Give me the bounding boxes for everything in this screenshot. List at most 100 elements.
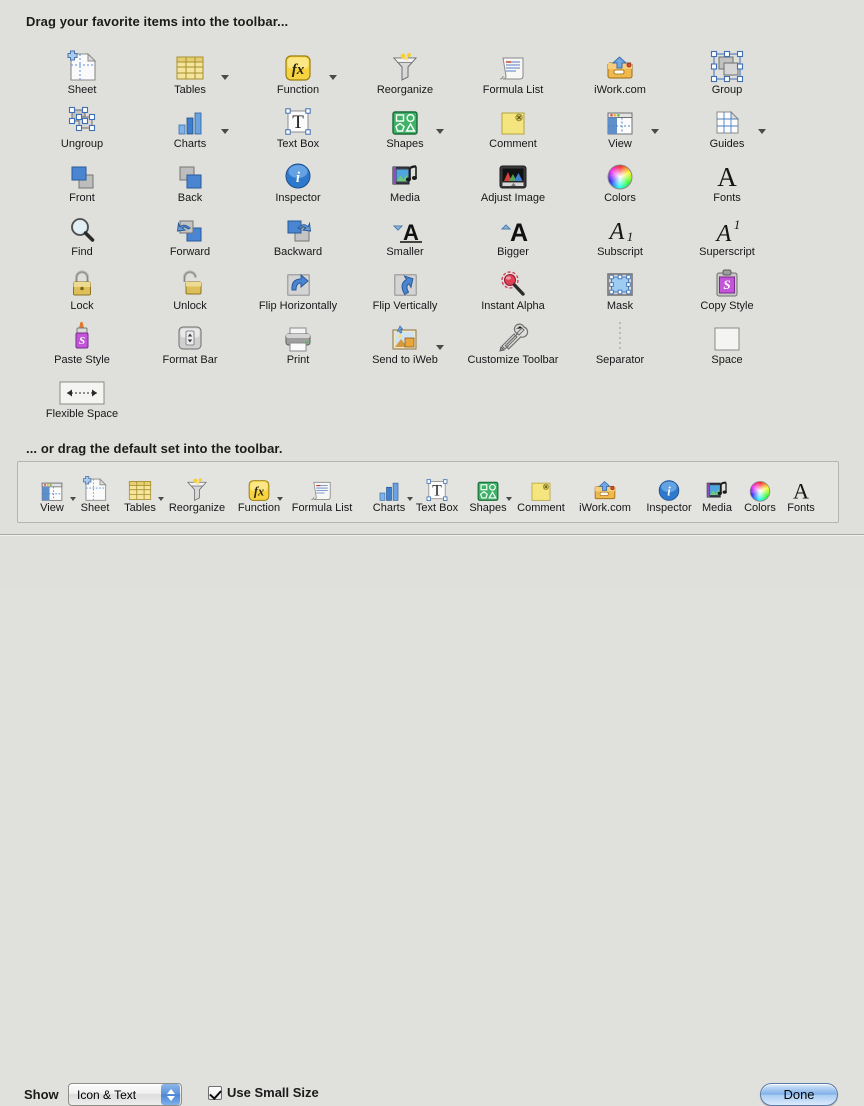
reorganize-icon xyxy=(352,40,458,82)
palette-item-inspector[interactable]: i Inspector xyxy=(245,148,351,204)
use-small-size-checkbox[interactable]: Use Small Size xyxy=(208,1085,319,1100)
palette-item-bigger[interactable]: A Bigger xyxy=(460,202,566,258)
palette-item-instant-alpha[interactable]: Instant Alpha xyxy=(460,256,566,312)
mask-icon xyxy=(567,256,673,298)
unlock-icon xyxy=(137,256,243,298)
show-label: Show xyxy=(24,1087,59,1102)
instant-alpha-icon xyxy=(460,256,566,298)
colors-icon xyxy=(567,148,673,190)
default-set-heading: ... or drag the default set into the too… xyxy=(26,441,283,456)
chevron-down-icon[interactable] xyxy=(758,129,766,134)
default-item-fonts[interactable]: A Fonts xyxy=(761,466,841,514)
palette-item-iwork-com[interactable]: iWork.com xyxy=(567,40,673,96)
tables-icon xyxy=(137,40,243,82)
sheet-icon xyxy=(29,40,135,82)
palette-item-paste-style[interactable]: S Paste Style xyxy=(29,310,135,366)
palette-item-fonts[interactable]: A Fonts xyxy=(674,148,780,204)
chevron-down-icon[interactable] xyxy=(221,75,229,80)
done-button[interactable]: Done xyxy=(760,1083,838,1106)
palette-item-adjust-image[interactable]: Adjust Image xyxy=(460,148,566,204)
palette-item-space[interactable]: Space xyxy=(674,310,780,366)
flip-vertical-icon xyxy=(352,256,458,298)
chevron-down-icon[interactable] xyxy=(651,129,659,134)
copy-style-icon: S xyxy=(674,256,780,298)
show-mode-value: Icon & Text xyxy=(77,1087,137,1102)
palette-item-comment[interactable]: Comment xyxy=(460,94,566,150)
chevron-down-icon[interactable] xyxy=(436,129,444,134)
svg-text:A: A xyxy=(793,479,809,504)
palette-item-colors[interactable]: Colors xyxy=(567,148,673,204)
palette-item-view[interactable]: View xyxy=(567,94,673,150)
svg-text:1: 1 xyxy=(627,229,634,244)
palette-item-function[interactable]: fx Function xyxy=(245,40,351,96)
charts-icon xyxy=(137,94,243,136)
palette-item-forward[interactable]: Forward xyxy=(137,202,243,258)
footer-bar: Show Icon & Text Use Small Size Done xyxy=(0,536,864,1106)
palette-item-formula-list[interactable]: Formula List xyxy=(460,40,566,96)
smaller-icon: A xyxy=(352,202,458,245)
svg-text:A: A xyxy=(717,162,737,192)
palette-item-superscript[interactable]: A 1 Superscript xyxy=(674,202,780,258)
palette-item-flip-horizontally[interactable]: Flip Horizontally xyxy=(245,256,351,312)
palette-item-guides[interactable]: Guides xyxy=(674,94,780,150)
space-icon xyxy=(674,310,780,352)
superscript-icon: A 1 xyxy=(674,202,780,247)
svg-text:T: T xyxy=(292,112,304,133)
chevron-down-icon[interactable] xyxy=(221,129,229,134)
palette-item-media[interactable]: Media xyxy=(352,148,458,204)
function-icon: fx xyxy=(245,40,351,82)
palette-item-front[interactable]: Front xyxy=(29,148,135,204)
palette-item-shapes[interactable]: Shapes xyxy=(352,94,458,150)
svg-text:i: i xyxy=(667,484,671,498)
svg-text:S: S xyxy=(79,335,85,347)
show-mode-select[interactable]: Icon & Text xyxy=(68,1083,182,1106)
svg-text:S: S xyxy=(723,277,730,292)
chevron-down-icon[interactable] xyxy=(436,345,444,350)
palette-item-label: Print xyxy=(286,354,310,366)
palette-item-flip-vertically[interactable]: Flip Vertically xyxy=(352,256,458,312)
inspector-icon: i xyxy=(245,148,351,190)
palette-item-tables[interactable]: Tables xyxy=(137,40,243,96)
palette-item-reorganize[interactable]: Reorganize xyxy=(352,40,458,96)
palette-item-group[interactable]: Group xyxy=(674,40,780,96)
palette-item-send-to-iweb[interactable]: Send to iWeb xyxy=(352,310,458,366)
palette-item-label: Format Bar xyxy=(162,354,218,366)
palette-item-charts[interactable]: Charts xyxy=(137,94,243,150)
palette-item-mask[interactable]: Mask xyxy=(567,256,673,312)
palette-item-print[interactable]: Print xyxy=(245,310,351,366)
palette-item-customize-toolbar[interactable]: Customize Toolbar xyxy=(460,310,566,366)
palette-item-smaller[interactable]: A Smaller xyxy=(352,202,458,258)
palette-item-flexible-space[interactable]: Flexible Space xyxy=(29,364,135,420)
palette-item-separator[interactable]: Separator xyxy=(567,310,673,366)
palette-item-label: Send to iWeb xyxy=(372,354,438,366)
forward-icon xyxy=(137,202,243,244)
palette-item-copy-style[interactable]: S Copy Style xyxy=(674,256,780,312)
palette-item-text-box[interactable]: T Text Box xyxy=(245,94,351,150)
default-toolbar-set[interactable]: View Sheet Tables Reorganize fx Function … xyxy=(17,461,839,523)
bigger-icon: A xyxy=(460,202,566,247)
palette-item-unlock[interactable]: Unlock xyxy=(137,256,243,312)
view-icon xyxy=(567,94,673,136)
palette-item-backward[interactable]: Backward xyxy=(245,202,351,258)
palette-item-lock[interactable]: Lock xyxy=(29,256,135,312)
palette-item-ungroup[interactable]: Ungroup xyxy=(29,94,135,150)
checkbox-checked-icon[interactable] xyxy=(208,1085,222,1100)
lock-icon xyxy=(29,256,135,298)
palette-item-find[interactable]: Find xyxy=(29,202,135,258)
format-bar-icon xyxy=(137,310,243,352)
palette-item-subscript[interactable]: A 1 Subscript xyxy=(567,202,673,258)
chevron-down-icon[interactable] xyxy=(329,75,337,80)
text-box-icon: T xyxy=(245,94,351,136)
palette-item-label: Customize Toolbar xyxy=(467,354,559,366)
backward-icon xyxy=(245,202,351,244)
default-item-label: Fonts xyxy=(787,502,815,514)
chevron-updown-icon[interactable] xyxy=(161,1084,180,1105)
send-back-icon xyxy=(137,148,243,190)
ungroup-icon xyxy=(29,94,135,136)
palette-item-sheet[interactable]: Sheet xyxy=(29,40,135,96)
svg-text:fx: fx xyxy=(292,62,305,78)
fonts-icon: A xyxy=(761,466,841,504)
palette-item-format-bar[interactable]: Format Bar xyxy=(137,310,243,366)
palette-item-back[interactable]: Back xyxy=(137,148,243,204)
palette-item-label: Flexible Space xyxy=(45,408,119,420)
